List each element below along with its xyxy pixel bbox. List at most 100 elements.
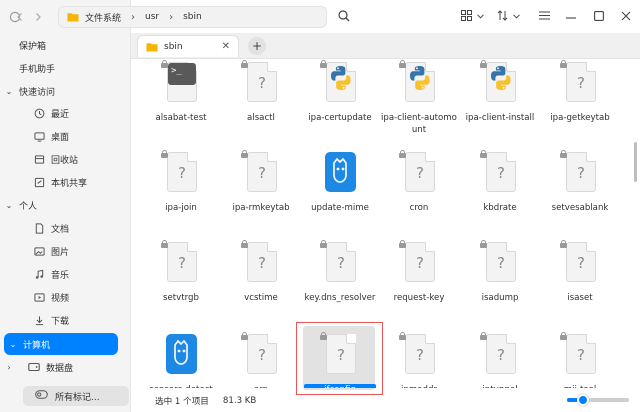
unknown-file-icon: ? (480, 150, 517, 194)
file-item[interactable]: ? ipmaddr (379, 332, 459, 388)
file-item[interactable]: ? vcstime (221, 240, 301, 304)
disk-icon (28, 361, 40, 373)
sidebar-item-label: 音乐 (51, 270, 70, 281)
file-item[interactable]: ? alsactl (221, 60, 301, 124)
sidebar-item-data-disk[interactable]: › 数据盘 (0, 356, 131, 378)
document-icon (33, 222, 45, 234)
back-button[interactable] (12, 8, 28, 26)
file-item[interactable]: ? isadump (460, 240, 540, 304)
file-item[interactable]: >_ alsabat-test (141, 60, 221, 124)
chevron-down-icon: ⌄ (5, 200, 13, 210)
selection-status-text: 选中 1 个项目 (155, 397, 209, 407)
file-item[interactable]: ? key.dns_resolver (300, 240, 380, 304)
file-name: ifconfig (304, 384, 376, 388)
file-item[interactable]: ipa-client-install (460, 60, 540, 124)
close-tab-icon[interactable]: ✕ (222, 41, 230, 52)
zoom-slider[interactable] (567, 394, 629, 406)
file-item[interactable]: ? ipa-rmkeytab (221, 150, 301, 214)
new-tab-button[interactable]: + (248, 37, 266, 55)
file-item[interactable]: ? ipa-join (141, 150, 221, 214)
sidebar-item-pictures[interactable]: 图片 (0, 240, 131, 262)
file-item[interactable]: ? kbdrate (460, 150, 540, 214)
sidebar-group-computer[interactable]: ⌄ 计算机 (4, 333, 118, 355)
file-item[interactable]: ? iptunnel (460, 332, 540, 388)
sidebar-item-videos[interactable]: 视频 (0, 286, 131, 308)
sidebar-item-local-share[interactable]: 本机共享 (0, 171, 131, 193)
sort-button[interactable] (494, 7, 522, 27)
desktop-icon (33, 130, 45, 142)
clock-icon (33, 107, 45, 119)
video-icon (33, 291, 45, 303)
unknown-file-icon: ? (560, 60, 597, 104)
file-item[interactable]: ipa-certupdate (300, 60, 380, 124)
breadcrumb-segment[interactable]: usr (145, 12, 159, 22)
file-item[interactable]: ? ipa-getkeytab (540, 60, 620, 124)
maximize-button[interactable] (590, 7, 608, 27)
sidebar-item-vault[interactable]: 保护箱 (0, 34, 131, 56)
file-name: iptunnel (482, 384, 517, 388)
sidebar-item-phone-assistant[interactable]: 手机助手 (0, 57, 131, 79)
file-item[interactable]: ? request-key (379, 240, 459, 304)
breadcrumb-segment[interactable]: sbin (183, 12, 202, 22)
lock-icon (319, 60, 328, 68)
file-name-text: setvtrgb (163, 293, 199, 303)
lock-icon (479, 150, 488, 158)
file-item[interactable]: ? mii-tool (540, 332, 620, 388)
file-item[interactable]: ipa-client-automount (379, 60, 459, 136)
status-bar: 选中 1 个项目 81.3 KB (131, 390, 640, 412)
lock-icon (240, 240, 249, 248)
unknown-file-icon: ? (399, 332, 436, 376)
zoom-slider-handle[interactable] (576, 394, 589, 406)
breadcrumb-segment[interactable]: 文件系统 (85, 11, 121, 24)
file-item[interactable]: update-mime (300, 152, 380, 214)
file-name: ipa-rmkeytab (232, 202, 289, 214)
lock-icon (160, 240, 169, 248)
file-name: ipmaddr (401, 384, 437, 388)
sidebar: 保护箱 手机助手 ⌄ 快速访问 最近 桌面 回收站 本机共享 ⌄ 个人 文档 图… (0, 0, 131, 412)
file-item[interactable]: ? ifconfig (300, 332, 380, 388)
forward-button[interactable] (30, 8, 46, 26)
file-item[interactable]: ? setvtrgb (141, 240, 221, 304)
folder-icon (146, 42, 158, 52)
file-item[interactable]: ? setvesablank (540, 150, 620, 214)
file-name: alsactl (247, 112, 275, 124)
app-icon (323, 152, 357, 194)
lock-icon (559, 150, 568, 158)
main-menu-button[interactable] (536, 7, 552, 27)
search-button[interactable] (335, 7, 353, 27)
file-item[interactable]: sensors-detect (141, 334, 221, 388)
sidebar-group-quick-access[interactable]: ⌄ 快速访问 (0, 80, 131, 102)
file-grid: >_ alsabat-test? alsactl ipa-certupdate ipa-… (131, 60, 640, 388)
sidebar-item-desktop[interactable]: 桌面 (0, 125, 131, 147)
file-item[interactable]: ? isaset (540, 240, 620, 304)
tab-sbin[interactable]: sbin ✕ (137, 35, 239, 57)
minimize-button[interactable] (562, 7, 580, 27)
chevron-down-icon: ⌄ (5, 86, 13, 96)
close-icon (621, 11, 631, 24)
sidebar-item-downloads[interactable]: 下载 (0, 309, 131, 331)
sidebar-item-music[interactable]: 音乐 (0, 263, 131, 285)
trash-icon (33, 153, 45, 165)
file-item[interactable]: ? cron (379, 150, 459, 214)
sidebar-item-trash[interactable]: 回收站 (0, 148, 131, 170)
all-tags-button[interactable]: 所有标记... (23, 386, 129, 406)
python-file-icon (320, 60, 357, 104)
vertical-scrollbar[interactable] (634, 142, 637, 182)
unknown-file-icon: ? (161, 150, 198, 194)
unknown-file-icon: ? (399, 150, 436, 194)
lock-icon (160, 150, 169, 158)
file-name: vcstime (244, 292, 278, 304)
file-item[interactable]: ? arp (221, 332, 301, 388)
sidebar-item-recent[interactable]: 最近 (0, 102, 131, 124)
view-mode-button[interactable] (458, 7, 486, 27)
close-button[interactable] (617, 7, 635, 27)
sidebar-group-personal[interactable]: ⌄ 个人 (0, 194, 131, 216)
file-name: ipa-client-install (466, 112, 535, 124)
file-name: key.dns_resolver (305, 292, 376, 304)
file-name-text: request-key (393, 293, 445, 303)
sidebar-item-label: 最近 (51, 109, 70, 120)
sidebar-item-documents[interactable]: 文档 (0, 217, 131, 239)
sidebar-item-label: 桌面 (51, 132, 70, 143)
lock-icon (559, 60, 568, 68)
sidebar-item-label: 图片 (51, 247, 70, 258)
